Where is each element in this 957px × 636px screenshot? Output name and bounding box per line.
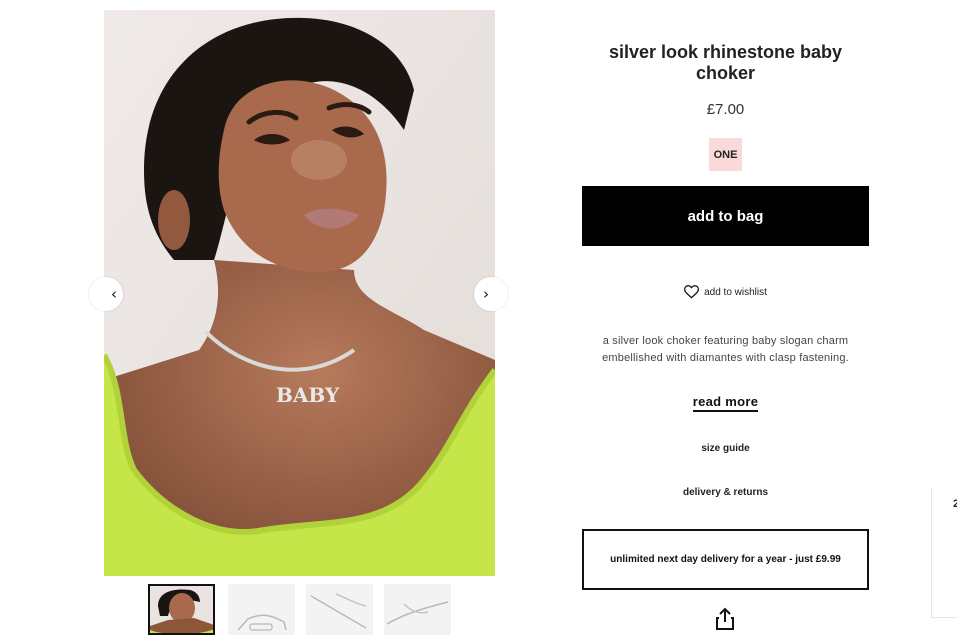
pendant-text: BABY bbox=[276, 383, 340, 407]
promo-text: unlimited next day delivery for a year -… bbox=[610, 553, 841, 565]
gallery-next-button[interactable]: › bbox=[474, 277, 508, 311]
chevron-right-icon: › bbox=[483, 285, 489, 303]
gallery-prev-button[interactable]: ‹ bbox=[89, 277, 123, 311]
thumbnail-choker-3[interactable] bbox=[384, 584, 451, 635]
side-panel-edge: 2 bbox=[931, 487, 957, 618]
share-button[interactable] bbox=[715, 607, 735, 636]
size-option-one[interactable]: ONE bbox=[709, 138, 742, 171]
thumbnail-choker-1[interactable] bbox=[228, 584, 295, 635]
product-description: a silver look choker featuring baby slog… bbox=[602, 335, 849, 364]
share-icon bbox=[716, 607, 734, 630]
delivery-promo-banner: unlimited next day delivery for a year -… bbox=[582, 529, 869, 590]
size-guide-link[interactable]: size guide bbox=[582, 443, 869, 454]
read-more-wrap: read more bbox=[582, 393, 869, 412]
delivery-returns-link[interactable]: delivery & returns bbox=[582, 487, 869, 498]
read-more-link[interactable]: read more bbox=[692, 394, 759, 412]
add-to-wishlist-button[interactable]: add to wishlist bbox=[582, 285, 869, 299]
heart-icon bbox=[684, 285, 700, 299]
product-main-image: BABY bbox=[104, 10, 495, 576]
chevron-left-icon: ‹ bbox=[111, 285, 117, 303]
wishlist-label: add to wishlist bbox=[704, 286, 767, 298]
side-panel-char: 2 bbox=[953, 498, 957, 510]
thumbnail-choker-2[interactable] bbox=[306, 584, 373, 635]
add-to-bag-button[interactable]: add to bag bbox=[582, 186, 869, 246]
thumbnail-model[interactable] bbox=[148, 584, 215, 635]
product-price: £7.00 bbox=[706, 101, 745, 118]
product-title: silver look rhinestone baby choker bbox=[608, 42, 843, 83]
